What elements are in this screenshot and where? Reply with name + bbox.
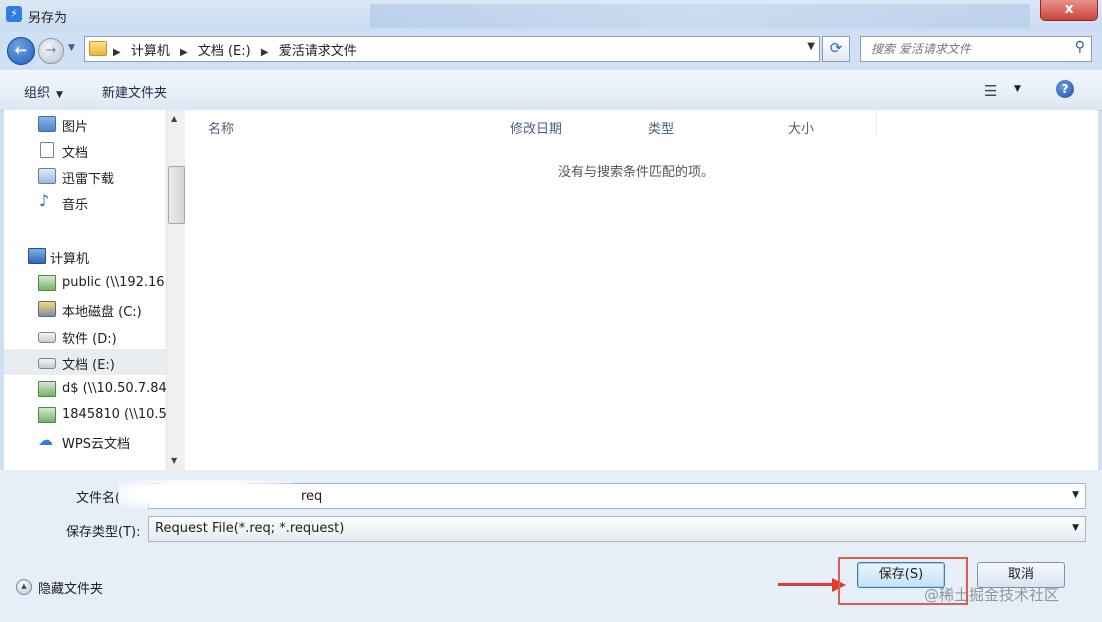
- folder-icon: [89, 41, 107, 56]
- close-button[interactable]: x: [1040, 0, 1098, 21]
- view-options-icon[interactable]: ☰: [984, 82, 997, 100]
- save-form: 文件名( ▼ 保存类型(T): Request File(*.req; *.re…: [0, 470, 1102, 622]
- download-folder-icon: [38, 168, 56, 184]
- organize-label: 组织: [24, 86, 51, 101]
- nav-item-wps-cloud[interactable]: ☁ WPS云文档: [4, 428, 166, 454]
- organize-button[interactable]: 组织 ▼: [24, 82, 63, 101]
- watermark: @稀土掘金技术社区: [924, 586, 1060, 604]
- window-title: 另存为: [28, 11, 68, 26]
- nav-item-label: d$ (\\10.50.7.84: [62, 381, 166, 396]
- address-dropdown-icon[interactable]: ▼: [807, 41, 815, 52]
- search-box[interactable]: ⚲: [860, 36, 1092, 62]
- column-divider: [876, 110, 877, 136]
- annotation-arrow: [778, 583, 836, 586]
- nav-item-1845810-share[interactable]: 1845810 (\\10.5: [4, 402, 166, 428]
- empty-results-message: 没有与搜索条件匹配的项。: [558, 165, 715, 180]
- nav-item-thunder-downloads[interactable]: 迅雷下载: [4, 163, 166, 189]
- column-header-size[interactable]: 大小: [788, 118, 814, 137]
- nav-item-label: 本地磁盘 (C:): [62, 305, 142, 320]
- computer-icon: [28, 248, 46, 264]
- nav-item-drive-e[interactable]: 文档 (E:): [4, 349, 166, 375]
- document-icon: [40, 142, 54, 158]
- nav-item-label: 计算机: [50, 252, 90, 267]
- nav-item-music[interactable]: ♪ 音乐: [4, 189, 166, 215]
- column-header-date-modified[interactable]: 修改日期: [510, 118, 562, 137]
- nav-item-label: 图片: [62, 120, 89, 135]
- nav-item-label: 迅雷下载: [62, 172, 115, 187]
- background-window-tabs: [370, 4, 1030, 28]
- nav-item-label: 文档 (E:): [62, 358, 115, 373]
- nav-item-label: 文档: [62, 146, 89, 161]
- network-drive-icon: [38, 275, 56, 291]
- filetype-value: Request File(*.req; *.request): [155, 521, 345, 536]
- column-header-type[interactable]: 类型: [648, 118, 674, 137]
- drive-icon: [38, 332, 56, 343]
- address-bar[interactable]: ▶ 计算机 ▶ 文档 (E:) ▶ 爱活请求文件 ▼: [84, 36, 820, 62]
- filename-input[interactable]: [299, 487, 1063, 505]
- navigation-scrollbar[interactable]: ▲ ▼: [166, 110, 185, 470]
- network-drive-icon: [38, 381, 56, 397]
- cloud-icon: ☁: [38, 431, 53, 449]
- filename-label: 文件名(: [76, 491, 121, 506]
- help-icon[interactable]: ?: [1056, 80, 1074, 98]
- nav-item-label: 软件 (D:): [62, 332, 117, 347]
- file-list-pane: 名称 修改日期 类型 大小 没有与搜索条件匹配的项。: [186, 110, 1098, 470]
- chevron-down-icon[interactable]: ▼: [1072, 490, 1079, 500]
- nav-item-public-share[interactable]: public (\\192.16: [4, 270, 166, 296]
- picture-icon: [38, 116, 56, 132]
- scroll-down-icon[interactable]: ▼: [171, 456, 177, 465]
- nav-item-d-share[interactable]: d$ (\\10.50.7.84: [4, 376, 166, 402]
- nav-item-computer[interactable]: 计算机: [4, 243, 166, 269]
- title-bar: ⚡ 另存为 x: [0, 0, 1102, 30]
- nav-item-label: 1845810 (\\10.5: [62, 407, 166, 422]
- navigation-pane: 图片 文档 迅雷下载 ♪ 音乐 计算机 public (\\192.16 本地磁…: [4, 110, 166, 470]
- main-area: 图片 文档 迅雷下载 ♪ 音乐 计算机 public (\\192.16 本地磁…: [4, 110, 1098, 470]
- address-row: ← → ▼ ▶ 计算机 ▶ 文档 (E:) ▶ 爱活请求文件 ▼ ⟳ ⚲: [0, 30, 1102, 68]
- hide-folders-toggle[interactable]: 隐藏文件夹: [38, 578, 103, 597]
- redacted-filename-blur: [118, 480, 294, 508]
- nav-item-documents[interactable]: 文档: [4, 137, 166, 163]
- filetype-select[interactable]: Request File(*.req; *.request) ▼: [148, 516, 1086, 542]
- chevron-right-icon[interactable]: ▶: [261, 47, 269, 58]
- back-button[interactable]: ←: [7, 37, 35, 65]
- scrollbar-thumb[interactable]: [168, 166, 185, 224]
- chevron-down-icon[interactable]: ▼: [1072, 523, 1079, 533]
- scroll-up-icon[interactable]: ▲: [171, 114, 177, 123]
- chevron-down-icon[interactable]: ▼: [1014, 84, 1021, 94]
- collapse-icon[interactable]: ▲: [16, 579, 32, 595]
- app-icon: ⚡: [6, 6, 22, 22]
- nav-item-label: WPS云文档: [62, 437, 130, 452]
- search-input[interactable]: [869, 40, 1063, 58]
- toolbar: 组织 ▼ 新建文件夹 ☰ ▼ ?: [0, 70, 1102, 111]
- refresh-button[interactable]: ⟳: [822, 36, 850, 62]
- nav-item-drive-d[interactable]: 软件 (D:): [4, 323, 166, 349]
- nav-item-drive-c[interactable]: 本地磁盘 (C:): [4, 296, 166, 322]
- breadcrumb-computer[interactable]: 计算机: [131, 44, 170, 59]
- music-icon: ♪: [39, 191, 50, 210]
- column-header-name[interactable]: 名称: [208, 118, 234, 137]
- breadcrumb-current-folder[interactable]: 爱活请求文件: [279, 44, 357, 59]
- search-icon[interactable]: ⚲: [1075, 39, 1085, 55]
- breadcrumb: ▶ 计算机 ▶ 文档 (E:) ▶ 爱活请求文件: [113, 40, 363, 59]
- recent-pages-dropdown-icon[interactable]: ▼: [68, 43, 75, 53]
- drive-icon: [38, 358, 56, 369]
- forward-button[interactable]: →: [38, 38, 64, 64]
- breadcrumb-drive-e[interactable]: 文档 (E:): [198, 44, 251, 59]
- filetype-label: 保存类型(T):: [66, 525, 141, 540]
- nav-item-label: 音乐: [62, 198, 89, 213]
- nav-item-label: public (\\192.16: [62, 275, 165, 290]
- chevron-right-icon[interactable]: ▶: [113, 47, 121, 58]
- chevron-down-icon: ▼: [56, 90, 63, 100]
- new-folder-button[interactable]: 新建文件夹: [102, 82, 167, 101]
- chevron-right-icon[interactable]: ▶: [180, 47, 188, 58]
- system-drive-icon: [38, 301, 56, 317]
- network-drive-icon: [38, 407, 56, 423]
- nav-item-pictures[interactable]: 图片: [4, 111, 166, 137]
